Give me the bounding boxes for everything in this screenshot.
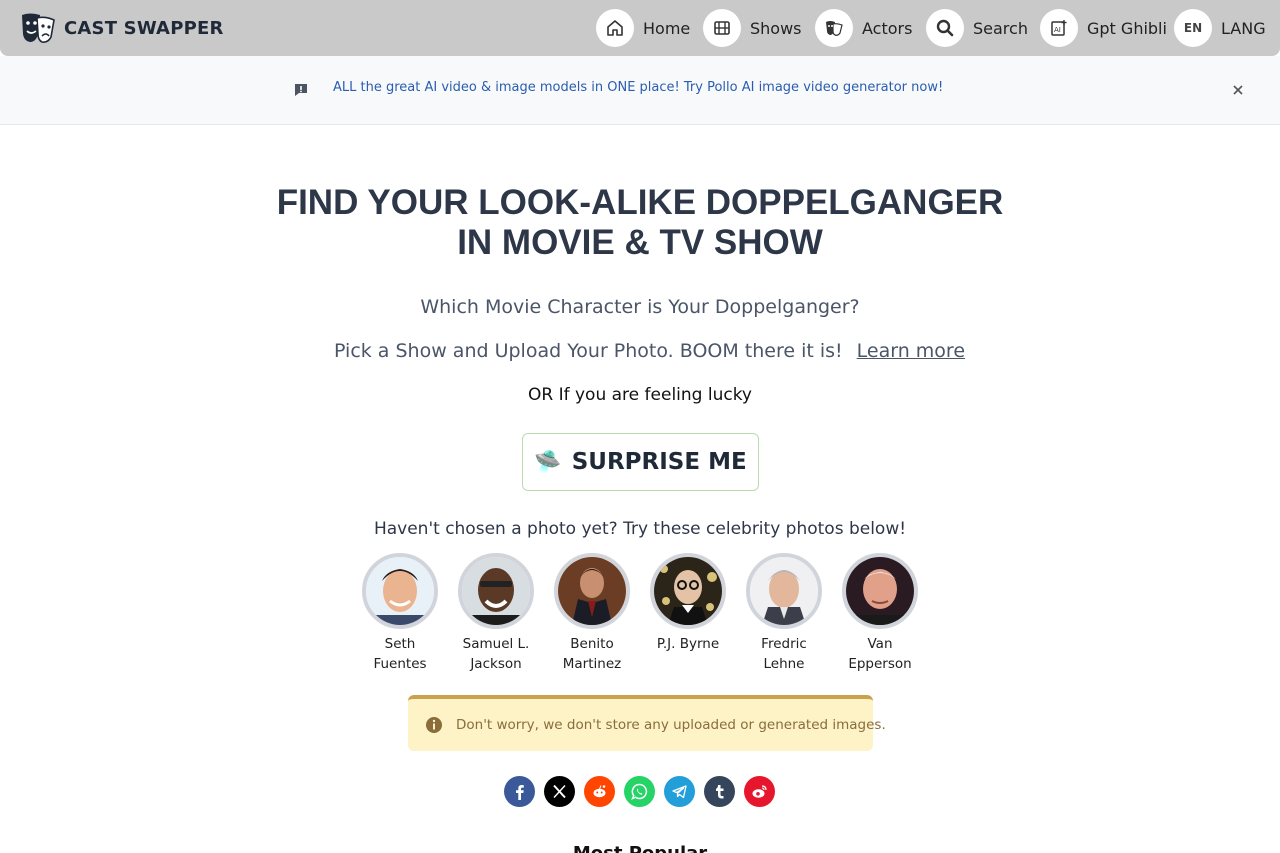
share-x-button[interactable] xyxy=(544,776,575,807)
feeling-lucky-text: OR If you are feeling lucky xyxy=(528,385,752,405)
share-tumblr-button[interactable] xyxy=(704,776,735,807)
masks-icon-circle xyxy=(815,9,853,47)
celebrity-name: Benito Martinez xyxy=(544,634,640,674)
celebrity-item[interactable]: P.J. Byrne xyxy=(640,553,736,654)
ai-image-icon: AI xyxy=(1051,20,1067,36)
brand-name: CAST SWAPPER xyxy=(64,17,224,39)
celebrity-item[interactable]: Fredric Lehne xyxy=(736,553,832,674)
weibo-icon xyxy=(752,785,767,798)
promo-banner-link[interactable]: ALL the great AI video & image models in… xyxy=(333,80,943,95)
celebrity-name-line: Epperson xyxy=(848,656,912,672)
nav-search-label: Search xyxy=(973,18,1028,38)
film-icon-circle xyxy=(703,9,741,47)
nav-home[interactable]: Home xyxy=(596,8,690,48)
nav-shows-label: Shows xyxy=(750,18,802,38)
celebrity-avatar xyxy=(362,553,438,629)
facebook-icon xyxy=(516,785,524,800)
surprise-me-label: SURPRISE ME xyxy=(571,449,747,475)
telegram-icon xyxy=(672,785,687,799)
privacy-notice-text: Don't worry, we don't store any uploaded… xyxy=(456,717,886,733)
home-icon xyxy=(607,20,623,36)
nav-home-label: Home xyxy=(643,18,691,38)
close-icon[interactable] xyxy=(1229,81,1247,99)
celebrity-item[interactable]: Van Epperson xyxy=(832,553,928,674)
film-icon xyxy=(714,21,730,35)
search-icon xyxy=(936,19,954,37)
top-navigation-bar: CAST SWAPPER Home Shows Actors Search AI… xyxy=(0,0,1280,56)
hero-instructions: Pick a Show and Upload Your Photo. BOOM … xyxy=(334,340,965,362)
search-icon-circle xyxy=(926,9,964,47)
celebrity-item[interactable]: Seth Fuentes xyxy=(352,553,448,674)
nav-language[interactable]: EN LANG xyxy=(1174,8,1266,48)
celebrity-name-line: Benito xyxy=(570,636,614,652)
celebrity-item[interactable]: Benito Martinez xyxy=(544,553,640,674)
share-facebook-button[interactable] xyxy=(504,776,535,807)
celebrity-name: Seth Fuentes xyxy=(352,634,448,674)
language-badge: EN xyxy=(1174,9,1212,47)
celebrity-name: Van Epperson xyxy=(832,634,928,674)
language-code: EN xyxy=(1183,21,1203,35)
celebrity-name-line: Van xyxy=(867,636,893,652)
celebrity-avatar xyxy=(842,553,918,629)
celebrity-name-line: Seth xyxy=(384,636,416,652)
share-weibo-button[interactable] xyxy=(744,776,775,807)
theater-masks-logo-icon xyxy=(22,13,55,43)
celebrity-name-line: Lehne xyxy=(763,656,805,672)
most-popular-heading: Most Popular xyxy=(0,843,1280,853)
promo-banner: ALL the great AI video & image models in… xyxy=(0,56,1280,125)
celebrity-name-line: Martinez xyxy=(562,656,622,672)
celebrity-photo xyxy=(558,557,626,625)
masks-icon xyxy=(826,21,843,36)
celebrity-photo-list: Seth Fuentes Samuel L. Jackson Benito Ma… xyxy=(352,553,928,673)
share-telegram-button[interactable] xyxy=(664,776,695,807)
celebrity-avatar xyxy=(554,553,630,629)
nav-shows[interactable]: Shows xyxy=(703,8,802,48)
celebrity-avatar xyxy=(458,553,534,629)
announcement-icon xyxy=(295,84,307,96)
ufo-icon: 🛸 xyxy=(534,449,562,475)
celebrity-name-line: Fredric xyxy=(761,636,807,652)
celebrity-item[interactable]: Samuel L. Jackson xyxy=(448,553,544,674)
nav-actors-label: Actors xyxy=(862,18,913,38)
celebrity-name-line: Fuentes xyxy=(373,656,427,672)
celebrity-avatar xyxy=(650,553,726,629)
celebrity-name-line: Samuel L. xyxy=(462,636,530,652)
home-icon-circle xyxy=(596,9,634,47)
pick-show-text: Pick a Show and Upload Your Photo. BOOM … xyxy=(334,340,843,362)
reddit-icon xyxy=(593,785,606,798)
celebrity-photo xyxy=(846,557,914,625)
celebrity-prompt: Haven't chosen a photo yet? Try these ce… xyxy=(373,519,907,539)
celebrity-name: P.J. Byrne xyxy=(640,634,736,654)
celebrity-photo xyxy=(462,557,530,625)
celebrity-photo xyxy=(654,557,722,625)
celebrity-name-line: Jackson xyxy=(470,656,522,672)
celebrity-photo xyxy=(366,557,434,625)
nav-actors[interactable]: Actors xyxy=(815,8,912,48)
learn-more-link[interactable]: Learn more xyxy=(857,340,965,362)
svg-text:AI: AI xyxy=(1054,26,1061,34)
page-title-line-1: FIND YOUR LOOK-ALIKE DOPPELGANGER xyxy=(276,183,1004,222)
celebrity-avatar xyxy=(746,553,822,629)
x-icon xyxy=(553,784,566,799)
info-icon xyxy=(426,717,442,733)
celebrity-name: Fredric Lehne xyxy=(736,634,832,674)
page-title: FIND YOUR LOOK-ALIKE DOPPELGANGER IN MOV… xyxy=(0,183,1280,263)
nav-language-label: LANG xyxy=(1221,18,1266,38)
privacy-notice: Don't worry, we don't store any uploaded… xyxy=(408,695,886,751)
share-reddit-button[interactable] xyxy=(584,776,615,807)
brand-logo[interactable]: CAST SWAPPER xyxy=(20,12,224,44)
tumblr-icon xyxy=(716,785,724,799)
nav-gpt-ghibli[interactable]: AI Gpt Ghibli xyxy=(1040,8,1167,48)
nav-gpt-ghibli-label: Gpt Ghibli xyxy=(1087,18,1167,38)
nav-search[interactable]: Search xyxy=(926,8,1028,48)
celebrity-name-line: P.J. Byrne xyxy=(656,636,720,652)
page-title-line-2: IN MOVIE & TV SHOW xyxy=(457,223,823,262)
ai-image-icon-circle: AI xyxy=(1040,9,1078,47)
hero-subtitle: Which Movie Character is Your Doppelgang… xyxy=(420,296,860,318)
share-whatsapp-button[interactable] xyxy=(624,776,655,807)
celebrity-name: Samuel L. Jackson xyxy=(448,634,544,674)
celebrity-photo xyxy=(750,557,818,625)
surprise-me-button[interactable]: 🛸 SURPRISE ME xyxy=(522,433,759,491)
whatsapp-icon xyxy=(631,783,648,800)
